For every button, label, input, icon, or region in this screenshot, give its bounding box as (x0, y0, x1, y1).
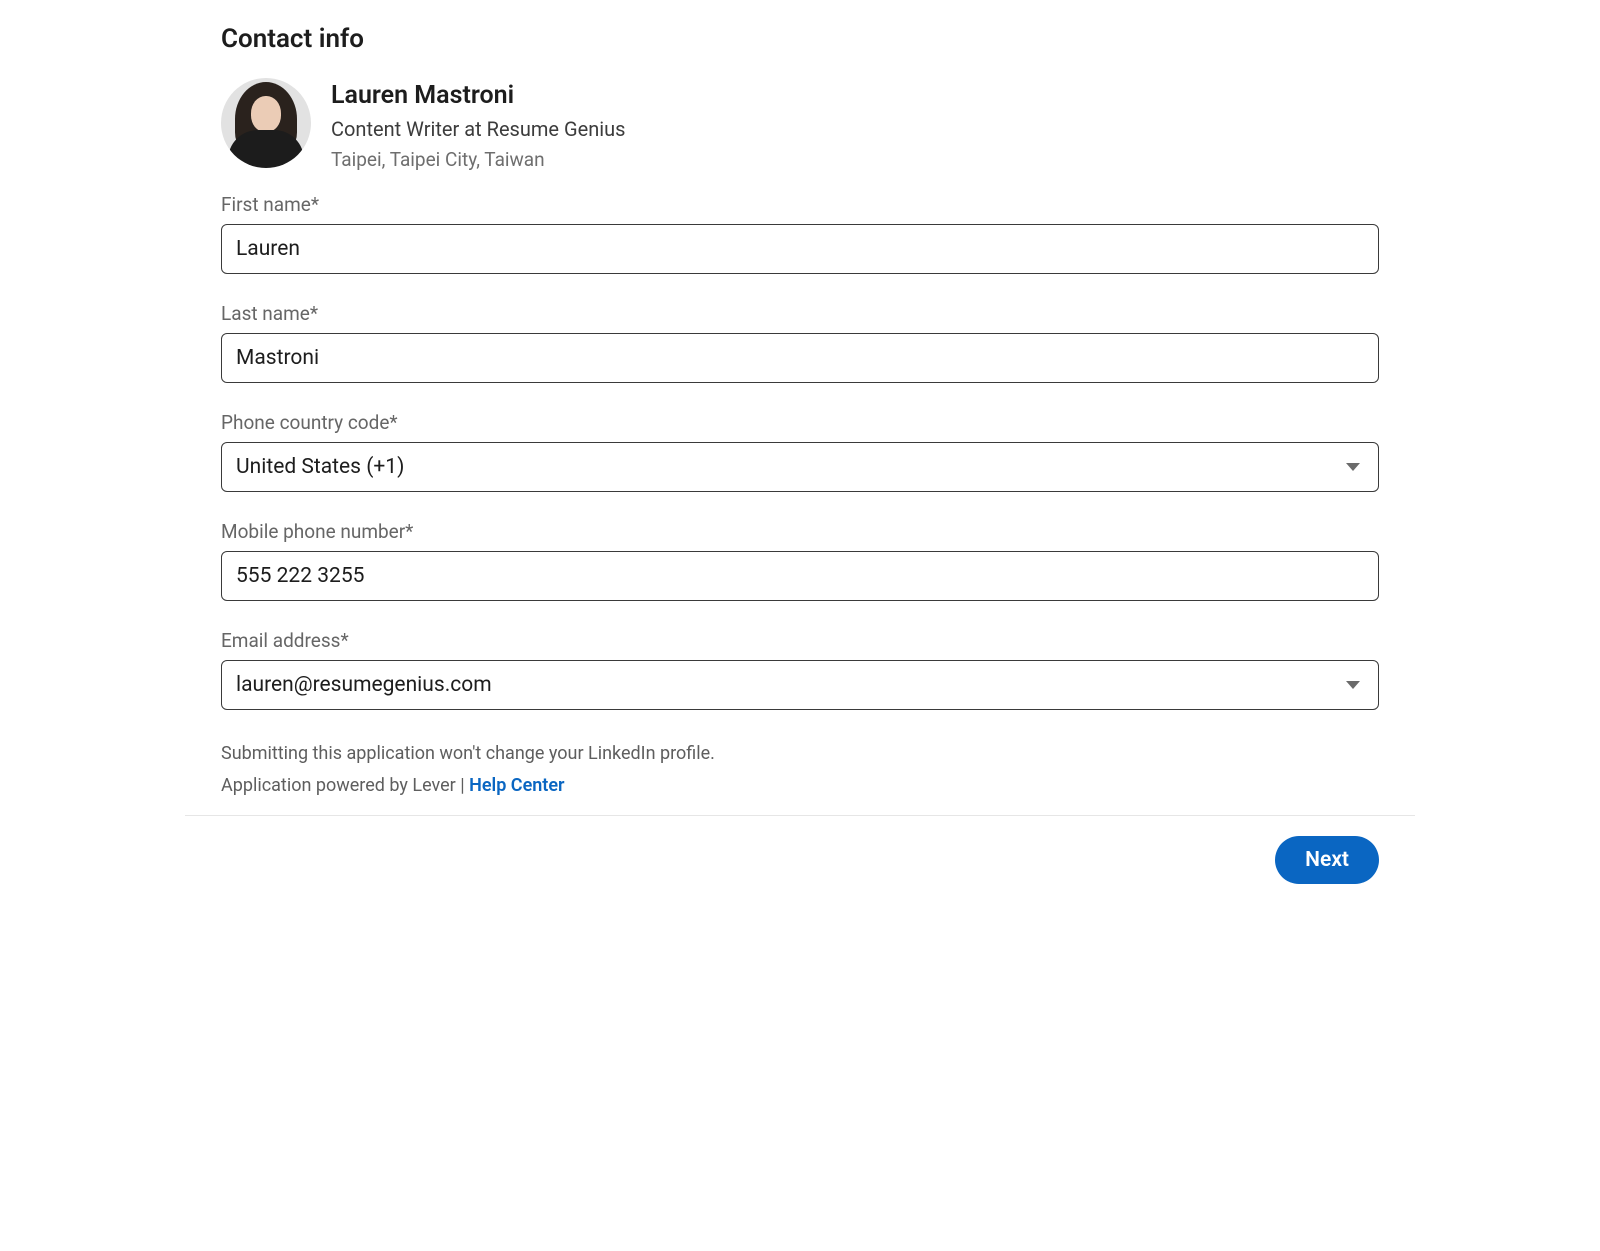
first-name-input[interactable] (221, 224, 1379, 274)
last-name-label: Last name* (221, 302, 1379, 325)
email-label: Email address* (221, 629, 1379, 652)
phone-country-label: Phone country code* (221, 411, 1379, 434)
profile-title: Content Writer at Resume Genius (331, 115, 625, 144)
disclaimer-line-2: Application powered by Lever | Help Cent… (221, 770, 1379, 802)
help-center-link[interactable]: Help Center (469, 775, 564, 796)
phone-country-select[interactable]: United States (+1) (221, 442, 1379, 492)
disclaimer: Submitting this application won't change… (221, 738, 1379, 803)
next-button[interactable]: Next (1275, 836, 1379, 884)
last-name-input[interactable] (221, 333, 1379, 383)
email-value: lauren@resumegenius.com (236, 673, 492, 697)
avatar (221, 78, 311, 168)
profile-summary: Lauren Mastroni Content Writer at Resume… (221, 78, 1379, 173)
chevron-down-icon (1346, 463, 1360, 471)
disclaimer-line-1: Submitting this application won't change… (221, 738, 1379, 770)
first-name-label: First name* (221, 193, 1379, 216)
email-select[interactable]: lauren@resumegenius.com (221, 660, 1379, 710)
footer-bar: Next (185, 815, 1415, 910)
phone-country-value: United States (+1) (236, 455, 404, 479)
profile-name: Lauren Mastroni (331, 80, 625, 113)
chevron-down-icon (1346, 681, 1360, 689)
section-heading: Contact info (221, 24, 1379, 54)
profile-location: Taipei, Taipei City, Taiwan (331, 146, 625, 174)
powered-by-text: Application powered by Lever (221, 775, 460, 796)
separator: | (460, 775, 469, 796)
mobile-phone-input[interactable] (221, 551, 1379, 601)
mobile-phone-label: Mobile phone number* (221, 520, 1379, 543)
